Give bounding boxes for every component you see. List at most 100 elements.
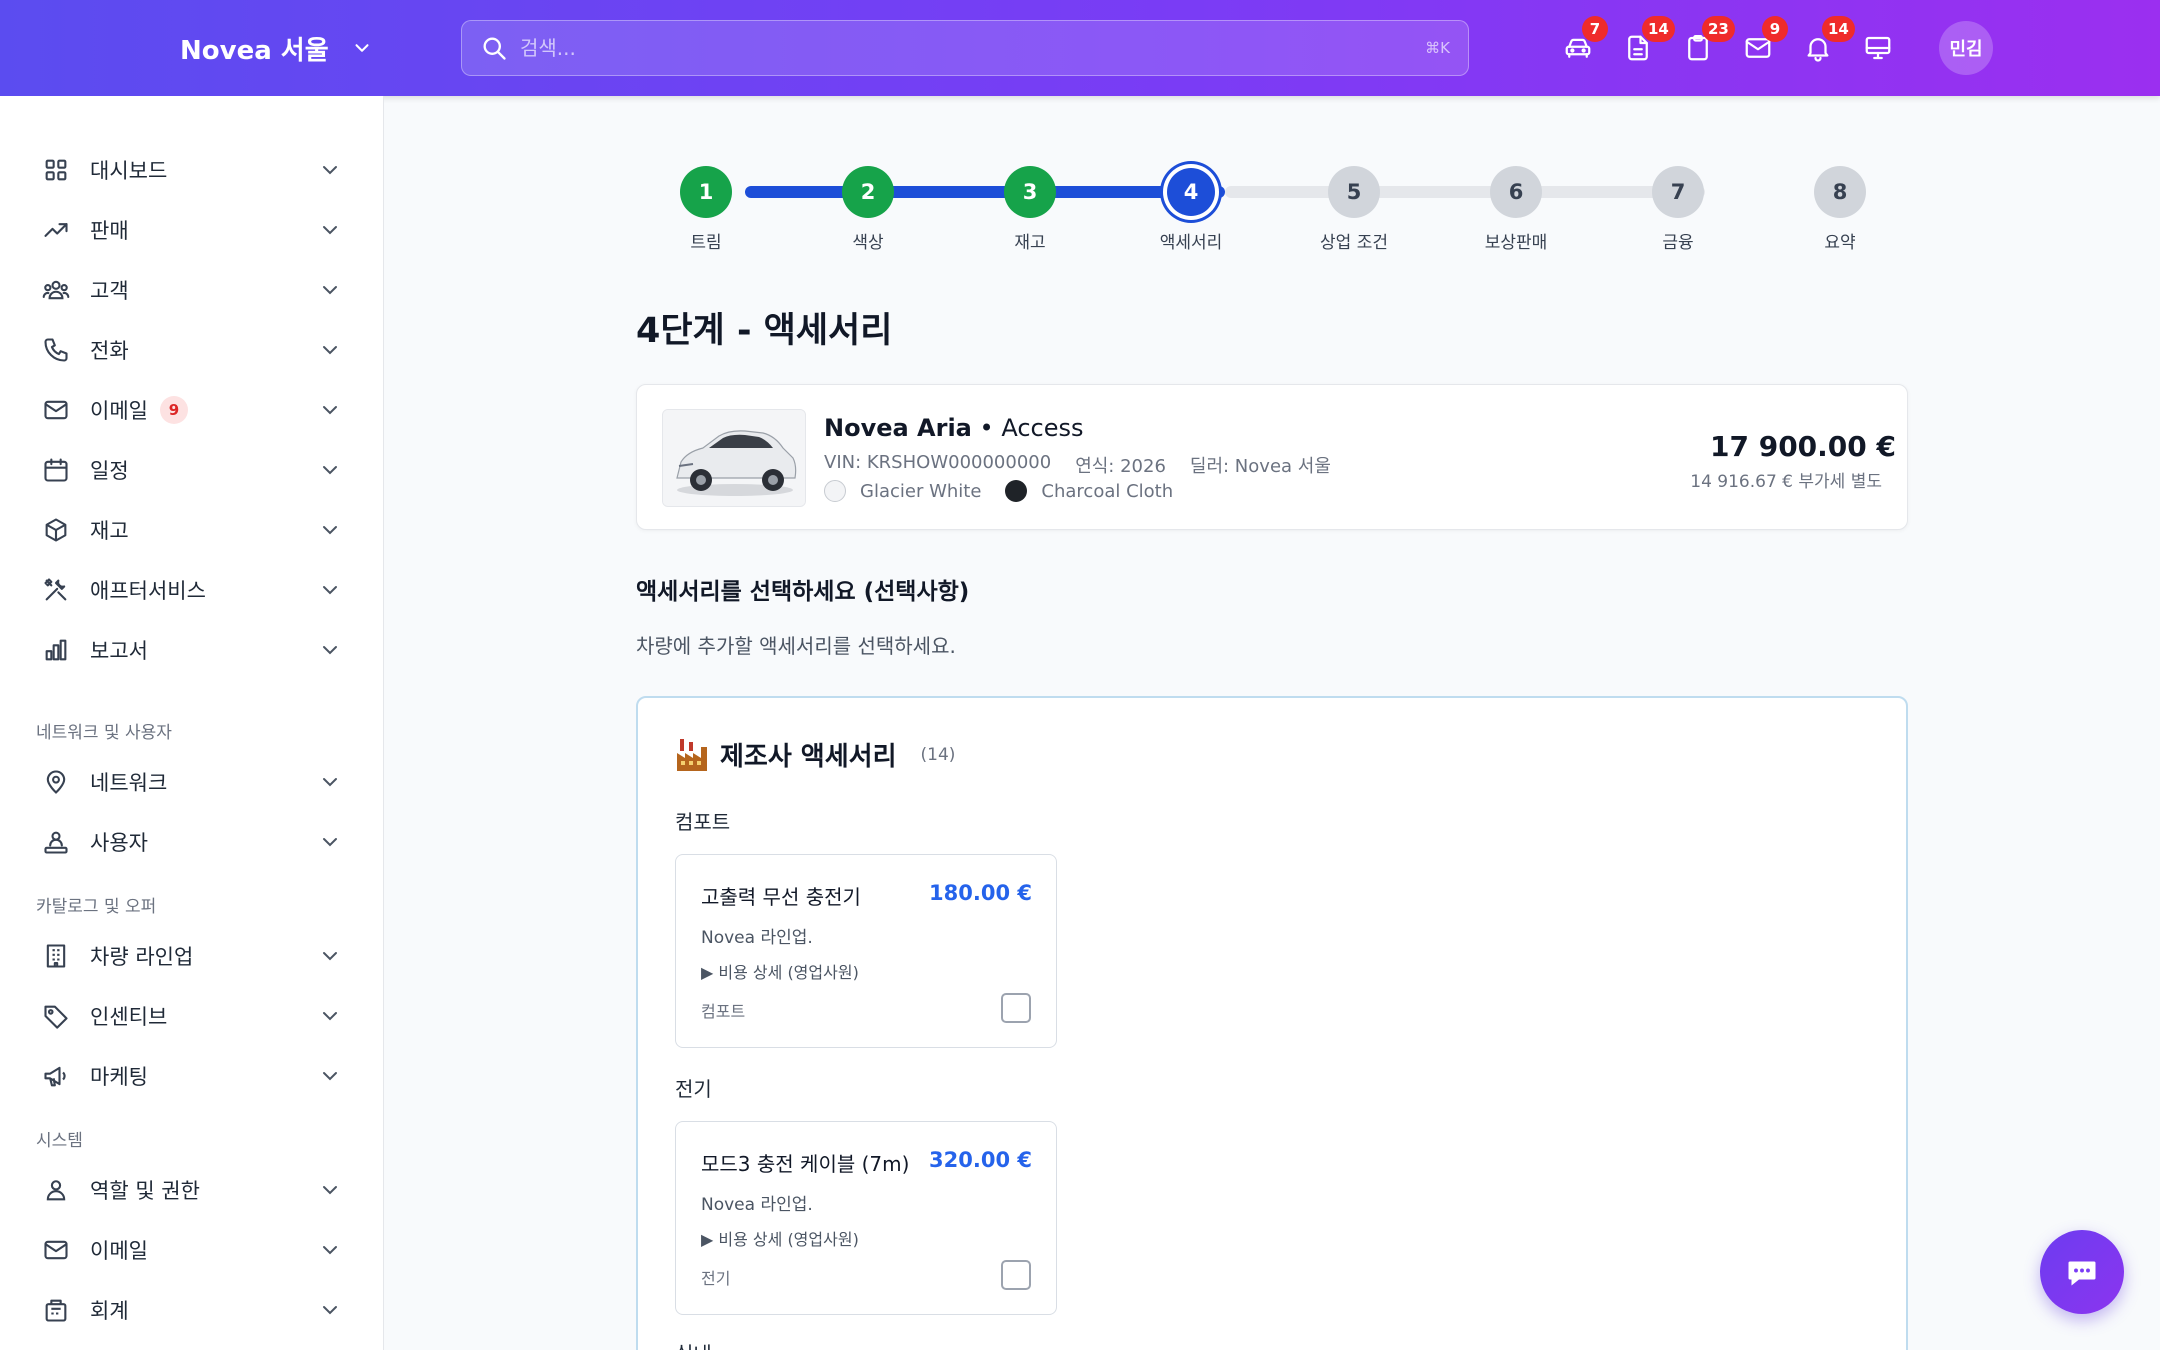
- vehicle-dealer: 딜러: Novea 서울: [1189, 456, 1331, 477]
- sidebar-item-customers[interactable]: 고객: [40, 266, 350, 314]
- vehicle-model: Novea Aria: [824, 414, 972, 442]
- header-tasks-button[interactable]: 23: [1680, 16, 1735, 74]
- trending-up-icon: [40, 214, 72, 246]
- sidebar-item-network[interactable]: 네트워크: [40, 758, 350, 806]
- accessory-checkbox[interactable]: [1001, 1260, 1031, 1290]
- building-icon: [40, 940, 72, 972]
- header-notifications-button[interactable]: 14: [1800, 16, 1855, 74]
- header-documents-button[interactable]: 14: [1620, 16, 1675, 74]
- sidebar-item-label: 차량 라인업: [90, 945, 194, 969]
- accessory-name: 고출력 무선 충전기: [701, 885, 861, 909]
- step-6[interactable]: 6: [1490, 166, 1542, 218]
- sidebar-item-schedule[interactable]: 일정: [40, 446, 350, 494]
- step-2[interactable]: 2: [842, 166, 894, 218]
- step-label-2: 색상: [852, 233, 884, 253]
- vehicle-price-ex-vat: 14 916.67 € 부가세 별도: [1690, 472, 1882, 492]
- chevron-down-icon: [355, 44, 369, 52]
- vehicle-trim: • Access: [979, 414, 1084, 442]
- sidebar-item-label: 일정: [90, 459, 129, 483]
- accessory-card[interactable]: 모드3 충전 케이블 (7m) 320.00 € Novea 라인업. ▶ 비용…: [675, 1121, 1057, 1315]
- sidebar-item-roles[interactable]: 역할 및 권한: [40, 1166, 350, 1214]
- sidebar-item-label: 마케팅: [90, 1065, 148, 1089]
- monitor-icon: [1865, 36, 1891, 60]
- sidebar-item-reports[interactable]: 보고서: [40, 626, 350, 674]
- sidebar-item-accounting[interactable]: 회계: [40, 1286, 350, 1334]
- accessory-price: 180.00 €: [929, 881, 1032, 905]
- sidebar-item-label: 네트워크: [90, 771, 168, 795]
- accessories-heading: 액세서리를 선택하세요 (선택사항): [636, 579, 970, 605]
- chat-button[interactable]: [2040, 1230, 2124, 1314]
- dealer-switcher[interactable]: Novea 서울: [180, 28, 373, 68]
- sidebar-item-sales[interactable]: 판매: [40, 206, 350, 254]
- vehicle-colors: Glacier White Charcoal Cloth: [824, 480, 1173, 502]
- cost-details-toggle[interactable]: ▶ 비용 상세 (영업사원): [701, 959, 859, 983]
- email-unread-badge: 9: [159, 396, 188, 424]
- section-title-system: 시스템: [36, 1131, 83, 1151]
- header-car-button[interactable]: 7: [1560, 16, 1608, 74]
- accessory-category-tag: 컴포트: [701, 1002, 746, 1021]
- vehicle-price: 17 900.00 €: [1710, 430, 1896, 463]
- exterior-color-swatch: [824, 480, 846, 502]
- step-1[interactable]: 1: [680, 166, 732, 218]
- cost-details-toggle[interactable]: ▶ 비용 상세 (영업사원): [701, 1226, 859, 1250]
- chevron-down-icon: [323, 1306, 337, 1315]
- accessory-checkbox[interactable]: [1001, 993, 1031, 1023]
- sidebar: 대시보드 판매 고객 전화 이메일 9 일정 재고 애프터서비스 보고서 네트워…: [0, 96, 384, 1350]
- sidebar-item-users[interactable]: 사용자: [40, 818, 350, 866]
- search-input[interactable]: [520, 36, 1426, 60]
- sidebar-item-marketing[interactable]: 마케팅: [40, 1052, 350, 1100]
- header-display-button[interactable]: [1860, 22, 1896, 74]
- mail-icon: [40, 1234, 72, 1266]
- step-label-8: 요약: [1824, 233, 1856, 253]
- map-pin-icon: [40, 766, 72, 798]
- sidebar-item-after-service[interactable]: 애프터서비스: [40, 566, 350, 614]
- chevron-down-icon: [323, 1246, 337, 1255]
- sidebar-item-calls[interactable]: 전화: [40, 326, 350, 374]
- chevron-down-icon: [323, 952, 337, 961]
- header-actions: 7 14 23 9 14: [1560, 16, 1896, 74]
- accessory-category-tag: 전기: [701, 1269, 731, 1288]
- search-bar[interactable]: ⌘K: [461, 20, 1469, 76]
- users-icon: [40, 274, 72, 306]
- sidebar-item-system-email[interactable]: 이메일: [40, 1226, 350, 1274]
- sidebar-item-inventory[interactable]: 재고: [40, 506, 350, 554]
- accessory-maker: Novea 라인업.: [701, 1195, 813, 1215]
- step-4[interactable]: 4: [1167, 168, 1215, 216]
- sidebar-item-lineup[interactable]: 차량 라인업: [40, 932, 350, 980]
- sidebar-item-label: 인센티브: [90, 1005, 168, 1029]
- section-title-catalog: 카탈로그 및 오퍼: [36, 897, 157, 917]
- sidebar-item-label: 이메일: [90, 399, 148, 423]
- step-8[interactable]: 8: [1814, 166, 1866, 218]
- stepper-progress-line: [745, 186, 1225, 198]
- chevron-down-icon: [323, 406, 337, 415]
- step-7[interactable]: 7: [1652, 166, 1704, 218]
- step-label-3: 재고: [1014, 233, 1046, 253]
- step-5[interactable]: 5: [1328, 166, 1380, 218]
- interior-color-name: Charcoal Cloth: [1041, 480, 1174, 502]
- megaphone-icon: [40, 1060, 72, 1092]
- avatar[interactable]: 민김: [1939, 21, 1993, 75]
- step-3[interactable]: 3: [1004, 166, 1056, 218]
- sidebar-item-label: 대시보드: [90, 159, 168, 183]
- tag-icon: [40, 1000, 72, 1032]
- interior-color-swatch: [1005, 480, 1028, 502]
- chevron-down-icon: [323, 466, 337, 475]
- header-mail-button[interactable]: 9: [1740, 16, 1788, 74]
- brand-name: Novea 서울: [180, 35, 329, 66]
- sidebar-item-label: 이메일: [90, 1239, 148, 1263]
- chevron-down-icon: [323, 586, 337, 595]
- accessory-card[interactable]: 고출력 무선 충전기 180.00 € Novea 라인업. ▶ 비용 상세 (…: [675, 854, 1057, 1048]
- chevron-down-icon: [323, 838, 337, 847]
- chevron-down-icon: [323, 778, 337, 787]
- sidebar-item-incentives[interactable]: 인센티브: [40, 992, 350, 1040]
- chevron-down-icon: [323, 226, 337, 235]
- category-label-comfort: 컴포트: [675, 810, 731, 834]
- user-network-icon: [40, 826, 72, 858]
- sidebar-item-email[interactable]: 이메일 9: [40, 386, 350, 434]
- sidebar-item-label: 판매: [90, 219, 129, 243]
- sidebar-item-dashboard[interactable]: 대시보드: [40, 146, 350, 194]
- calendar-icon: [40, 454, 72, 486]
- sidebar-item-label: 사용자: [90, 831, 148, 855]
- vehicle-meta: VIN: KRSHOW000000000 연식: 2026 딜러: Novea …: [824, 452, 1331, 478]
- category-label-electric: 전기: [675, 1077, 712, 1101]
